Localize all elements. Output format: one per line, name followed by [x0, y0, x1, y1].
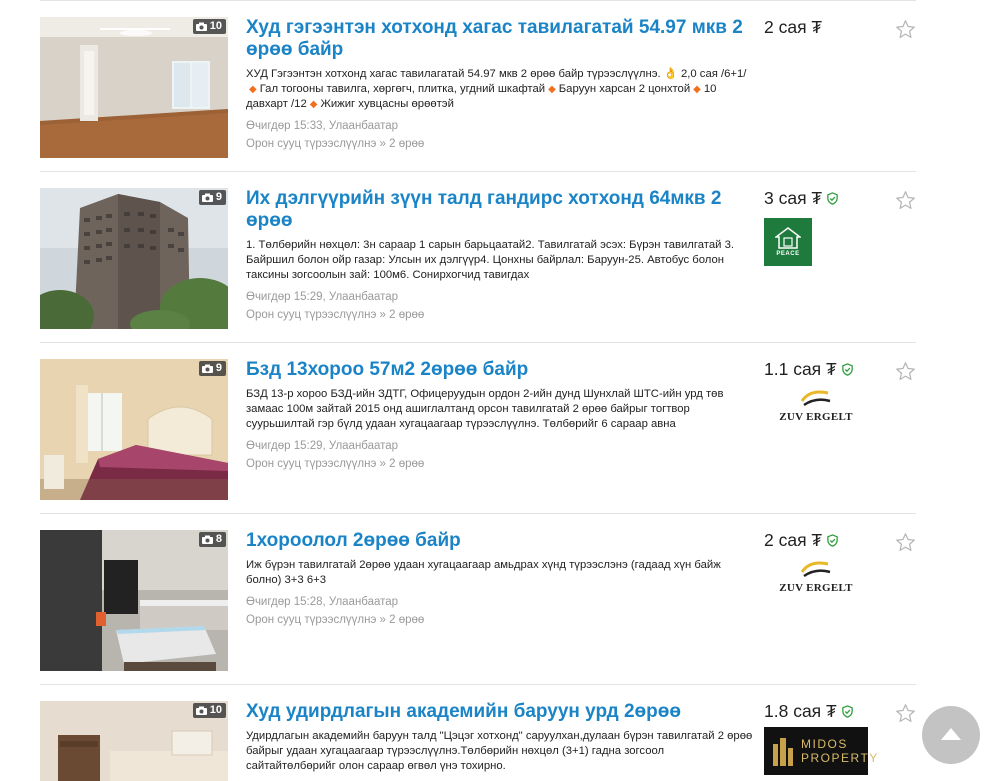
agency-name: PEACE	[776, 251, 800, 257]
listing-meta: Өчигдөр 15:33, Улаанбаатар Орон сууц түр…	[246, 117, 756, 153]
listing-content: Худ гэгээнтэн хотхонд хагас тавилагатай …	[246, 17, 756, 153]
listing-title[interactable]: Их дэлгүүрийн зүүн талд гандирс хотхонд …	[246, 188, 756, 232]
agency-logo[interactable]: ZUV ERGELT	[764, 558, 868, 608]
description-part: Гал тогооны тавилга, хөргөгч, плитка, уг…	[259, 83, 546, 95]
listing-price: 3 сая ₮	[764, 188, 839, 209]
listing-description: 1. Төлбөрийн нөхцөл: 3н сараар 1 сарын б…	[246, 239, 734, 281]
listing-title[interactable]: Худ гэгээнтэн хотхонд хагас тавилагатай …	[246, 17, 756, 61]
photo-count: 10	[209, 20, 222, 32]
listing-card[interactable]: 10 Худ удирдлагын академийн баруун урд 2…	[40, 684, 916, 781]
shield-check-icon	[841, 363, 853, 376]
bedroom-photo	[40, 359, 228, 500]
camera-icon	[195, 22, 207, 31]
arrow-up-icon	[941, 728, 961, 740]
listing-description: БЗД 13-р хороо БЗД-ийн ЗДТГ, Офицеруудын…	[246, 388, 724, 430]
agency-name: ZUV ERGELT	[779, 411, 853, 423]
photo-count: 9	[215, 362, 222, 374]
listing-photo[interactable]: 9	[40, 188, 228, 329]
agency-name: ZUV ERGELT	[779, 582, 853, 594]
star-outline-icon[interactable]	[895, 19, 916, 40]
building-photo	[40, 188, 228, 329]
listing-content: Их дэлгүүрийн зүүн талд гандирс хотхонд …	[246, 188, 756, 324]
bullet-icon: ◆	[548, 84, 556, 95]
agency-logo[interactable]: MIDOS PROPERTY	[764, 727, 879, 775]
photo-count-badge: 10	[192, 703, 226, 718]
photo-count-badge: 10	[192, 19, 226, 34]
price-value: 3 сая ₮	[764, 188, 823, 208]
listing-content: Худ удирдлагын академийн баруун урд 2өрө…	[246, 701, 756, 774]
listing-description: ХУД Гэгээнтэн хотхонд хагас тавилагатай …	[246, 67, 756, 112]
listing-card[interactable]: 9 Бзд 13хороо 57м2 2өрөө байр БЗД 13-р х…	[40, 342, 916, 512]
swoosh-logo-icon	[800, 561, 831, 578]
listing-photo[interactable]: 10	[40, 701, 228, 781]
price-value: 2 сая ₮	[764, 530, 823, 550]
listing-category[interactable]: Орон сууц түрээслүүлнэ » 2 өрөө	[246, 611, 756, 629]
camera-icon	[201, 193, 213, 202]
listing-category[interactable]: Орон сууц түрээслүүлнэ » 2 өрөө	[246, 306, 756, 324]
photo-count-badge: 9	[198, 190, 226, 205]
photo-count: 10	[209, 704, 222, 716]
listing-title[interactable]: Бзд 13хороо 57м2 2өрөө байр	[246, 359, 756, 381]
bullet-icon: ◆	[249, 84, 257, 95]
star-outline-icon[interactable]	[895, 532, 916, 553]
listing-category[interactable]: Орон сууц түрээслүүлнэ » 2 өрөө	[246, 455, 756, 473]
star-outline-icon[interactable]	[895, 703, 916, 724]
shield-check-icon	[827, 192, 838, 205]
listing-price: 2 сая ₮	[764, 530, 839, 551]
listing-description: Удирдлагын академийн баруун талд "Цэцэг …	[246, 730, 753, 772]
listing-photo[interactable]: 9	[40, 359, 228, 500]
camera-icon	[195, 706, 207, 715]
description-part: Жижиг хувцасны өрөөтэй	[320, 98, 454, 110]
bullet-icon: ◆	[693, 84, 701, 95]
photo-count-badge: 9	[198, 361, 226, 376]
listing-meta: Өчигдөр 15:29, Улаанбаатар Орон сууц түр…	[246, 437, 756, 473]
house-logo-icon	[775, 227, 801, 249]
shield-check-icon	[841, 705, 853, 718]
listing-photo[interactable]: 8	[40, 530, 228, 671]
listing-price: 1.8 сая ₮	[764, 701, 854, 722]
building-logo-icon	[773, 738, 793, 766]
listing-content: Бзд 13хороо 57м2 2өрөө байр БЗД 13-р хор…	[246, 359, 756, 473]
camera-icon	[201, 364, 213, 373]
apartment-photo	[40, 17, 228, 158]
agency-logo[interactable]: ZUV ERGELT	[764, 387, 868, 437]
listing-category[interactable]: Орон сууц түрээслүүлнэ » 2 өрөө	[246, 135, 756, 153]
listing-meta: Өчигдөр 15:28, Улаанбаатар Орон сууц түр…	[246, 593, 756, 629]
listing-content: 1хороолол 2өрөө байр Иж бүрэн тавилгатай…	[246, 530, 756, 629]
listing-title[interactable]: Худ удирдлагын академийн баруун урд 2өрө…	[246, 701, 756, 723]
listing-description: Иж бүрэн тавилгатай 2өрөө удаан хугацааг…	[246, 559, 721, 586]
shield-check-icon	[827, 534, 838, 547]
listing-card[interactable]: 8 1хороолол 2өрөө байр Иж бүрэн тавилгат…	[40, 513, 916, 683]
listing-price: 1.1 сая ₮	[764, 359, 854, 380]
listing-meta: Өчигдөр 15:29, Улаанбаатар Орон сууц түр…	[246, 288, 756, 324]
swoosh-logo-icon	[800, 390, 831, 407]
photo-count-badge: 8	[198, 532, 226, 547]
listing-price: 2 сая ₮	[764, 17, 822, 38]
listing-card[interactable]: 9 Их дэлгүүрийн зүүн талд гандирс хотхон…	[40, 171, 916, 341]
camera-icon	[201, 535, 213, 544]
agency-name: MIDOS PROPERTY	[801, 737, 879, 765]
listing-date-location: Өчигдөр 15:33, Улаанбаатар	[246, 120, 399, 132]
price-value: 1.8 сая ₮	[764, 701, 837, 721]
bullet-icon: ◆	[309, 99, 318, 110]
description-part: ХУД Гэгээнтэн хотхонд хагас тавилагатай …	[246, 68, 747, 80]
star-outline-icon[interactable]	[895, 190, 916, 211]
agency-logo[interactable]: PEACE	[764, 218, 812, 266]
listing-photo[interactable]: 10	[40, 17, 228, 158]
listing-title[interactable]: 1хороолол 2өрөө байр	[246, 530, 756, 552]
price-value: 2 сая ₮	[764, 17, 823, 37]
description-part: Баруун харсан 2 цонхтой	[558, 83, 691, 95]
price-value: 1.1 сая ₮	[764, 359, 837, 379]
photo-count: 9	[215, 191, 222, 203]
listing-date-location: Өчигдөр 15:29, Улаанбаатар	[246, 291, 399, 303]
photo-count: 8	[215, 533, 222, 545]
listing-date-location: Өчигдөр 15:28, Улаанбаатар	[246, 596, 399, 608]
kitchen-photo	[40, 530, 228, 671]
scroll-to-top-button[interactable]	[922, 706, 980, 764]
star-outline-icon[interactable]	[895, 361, 916, 382]
listing-date-location: Өчигдөр 15:29, Улаанбаатар	[246, 440, 399, 452]
listing-card[interactable]: 10 Худ гэгээнтэн хотхонд хагас тавилагат…	[40, 0, 916, 170]
